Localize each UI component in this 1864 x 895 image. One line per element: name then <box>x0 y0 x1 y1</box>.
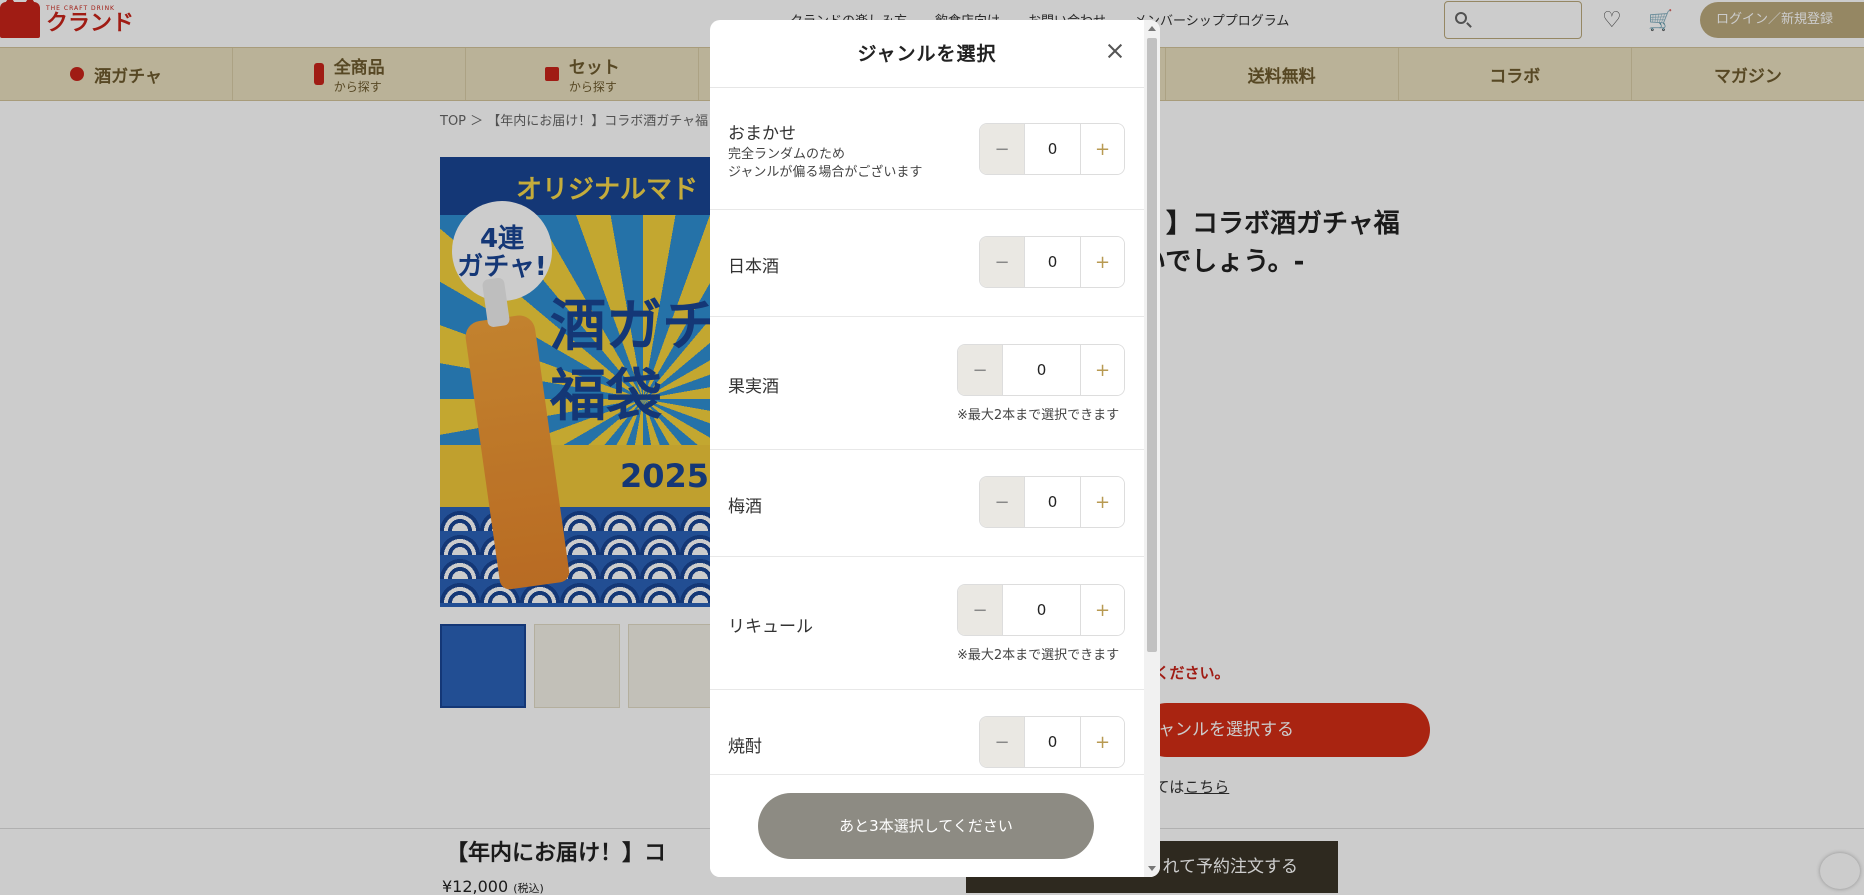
genre-name: 日本酒 <box>728 257 779 277</box>
quantity-stepper: − 0 + <box>957 584 1125 636</box>
genre-select-modal: ジャンルを選択 おまかせ 完全ランダムのため ジャンルが偏る場合がございます −… <box>710 20 1160 877</box>
quantity-stepper: − 0 + <box>979 123 1125 175</box>
quantity-value[interactable]: 0 <box>1024 717 1080 767</box>
modal-header: ジャンルを選択 <box>710 20 1160 88</box>
plus-button[interactable]: + <box>1080 124 1124 174</box>
limit-note: ※最大2本まで選択できます <box>957 648 1120 663</box>
genre-desc: ジャンルが偏る場合がございます <box>728 165 923 180</box>
quantity-value[interactable]: 0 <box>1002 345 1080 395</box>
modal-scrollbar[interactable] <box>1144 20 1160 877</box>
genre-row-omakase: おまかせ 完全ランダムのため ジャンルが偏る場合がございます − 0 + <box>710 89 1144 210</box>
plus-button[interactable]: + <box>1080 585 1124 635</box>
submit-button[interactable]: あと3本選択してください <box>758 793 1094 859</box>
minus-button[interactable]: − <box>980 124 1024 174</box>
genre-name: 梅酒 <box>728 497 762 517</box>
minus-button[interactable]: − <box>980 477 1024 527</box>
close-icon[interactable] <box>1100 36 1130 66</box>
quantity-value[interactable]: 0 <box>1002 585 1080 635</box>
modal-title: ジャンルを選択 <box>857 43 997 65</box>
minus-button[interactable]: − <box>958 345 1002 395</box>
quantity-stepper: − 0 + <box>979 476 1125 528</box>
scroll-up-arrow-icon[interactable] <box>1148 26 1156 31</box>
genre-name: リキュール <box>728 617 813 637</box>
plus-button[interactable]: + <box>1080 237 1124 287</box>
scroll-down-arrow-icon[interactable] <box>1148 866 1156 871</box>
genre-row-shochu: 焼酎 − 0 + <box>710 690 1144 774</box>
minus-button[interactable]: − <box>980 717 1024 767</box>
modal-footer: あと3本選択してください <box>710 774 1144 877</box>
genre-name: おまかせ <box>728 124 796 144</box>
genre-row-umeshu: 梅酒 − 0 + <box>710 450 1144 557</box>
genre-list[interactable]: おまかせ 完全ランダムのため ジャンルが偏る場合がございます − 0 + 日本酒… <box>710 89 1144 774</box>
plus-button[interactable]: + <box>1080 477 1124 527</box>
quantity-value[interactable]: 0 <box>1024 124 1080 174</box>
minus-button[interactable]: − <box>980 237 1024 287</box>
genre-row-liqueur: リキュール − 0 + ※最大2本まで選択できます <box>710 557 1144 690</box>
quantity-stepper: − 0 + <box>979 716 1125 768</box>
quantity-stepper: − 0 + <box>957 344 1125 396</box>
plus-button[interactable]: + <box>1080 345 1124 395</box>
genre-name: 焼酎 <box>728 737 762 757</box>
quantity-value[interactable]: 0 <box>1024 477 1080 527</box>
genre-row-kajitsushu: 果実酒 − 0 + ※最大2本まで選択できます <box>710 317 1144 450</box>
limit-note: ※最大2本まで選択できます <box>957 408 1120 423</box>
genre-name: 果実酒 <box>728 377 779 397</box>
quantity-stepper: − 0 + <box>979 236 1125 288</box>
scroll-thumb[interactable] <box>1147 38 1157 652</box>
minus-button[interactable]: − <box>958 585 1002 635</box>
quantity-value[interactable]: 0 <box>1024 237 1080 287</box>
plus-button[interactable]: + <box>1080 717 1124 767</box>
genre-desc: 完全ランダムのため <box>728 147 846 162</box>
genre-row-nihonshu: 日本酒 − 0 + <box>710 210 1144 317</box>
